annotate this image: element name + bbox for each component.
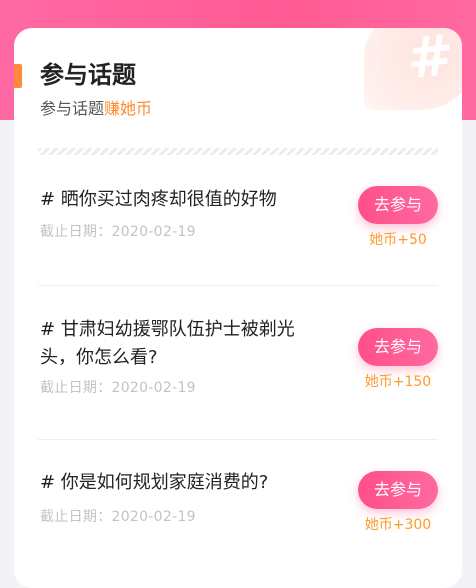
reward-label: 她币+150 (364, 374, 432, 390)
topic-title[interactable]: # 甘肃妇幼援鄂队伍护士被剃光头，你怎么看? (40, 316, 310, 372)
subtitle-highlight: 赚她币 (104, 99, 153, 118)
subtitle-text: 参与话题 (40, 99, 105, 118)
topic-deadline: 截止日期：2020-02-19 (40, 380, 196, 396)
topic-divider (38, 439, 438, 440)
topics-card: # 参与话题 参与话题赚她币 # 晒你买过肉疼却很值的好物 截止日期：2020-… (14, 28, 462, 588)
topic-divider (38, 285, 438, 286)
hash-icon: # (403, 28, 458, 93)
topic-item: # 甘肃妇幼援鄂队伍护士被剃光头，你怎么看? 截止日期：2020-02-19 去… (38, 316, 438, 436)
topic-title[interactable]: # 你是如何规划家庭消费的? (40, 469, 310, 497)
join-topic-button[interactable]: 去参与 (358, 328, 438, 366)
topic-deadline: 截止日期：2020-02-19 (40, 509, 196, 525)
topic-item: # 晒你买过肉疼却很值的好物 截止日期：2020-02-19 去参与 她币+50 (38, 186, 438, 276)
topic-item: # 你是如何规划家庭消费的? 截止日期：2020-02-19 去参与 她币+30… (38, 469, 438, 559)
section-title: 参与话题 (40, 61, 136, 89)
join-topic-button[interactable]: 去参与 (358, 186, 438, 224)
title-accent-bar (14, 64, 22, 88)
reward-label: 她币+50 (369, 232, 427, 248)
section-subtitle: 参与话题赚她币 (40, 98, 152, 120)
reward-label: 她币+300 (364, 517, 432, 533)
topic-deadline: 截止日期：2020-02-19 (40, 224, 196, 240)
striped-divider (38, 148, 438, 155)
topic-title[interactable]: # 晒你买过肉疼却很值的好物 (40, 186, 310, 214)
join-topic-button[interactable]: 去参与 (358, 471, 438, 509)
hash-badge: # (364, 28, 462, 110)
